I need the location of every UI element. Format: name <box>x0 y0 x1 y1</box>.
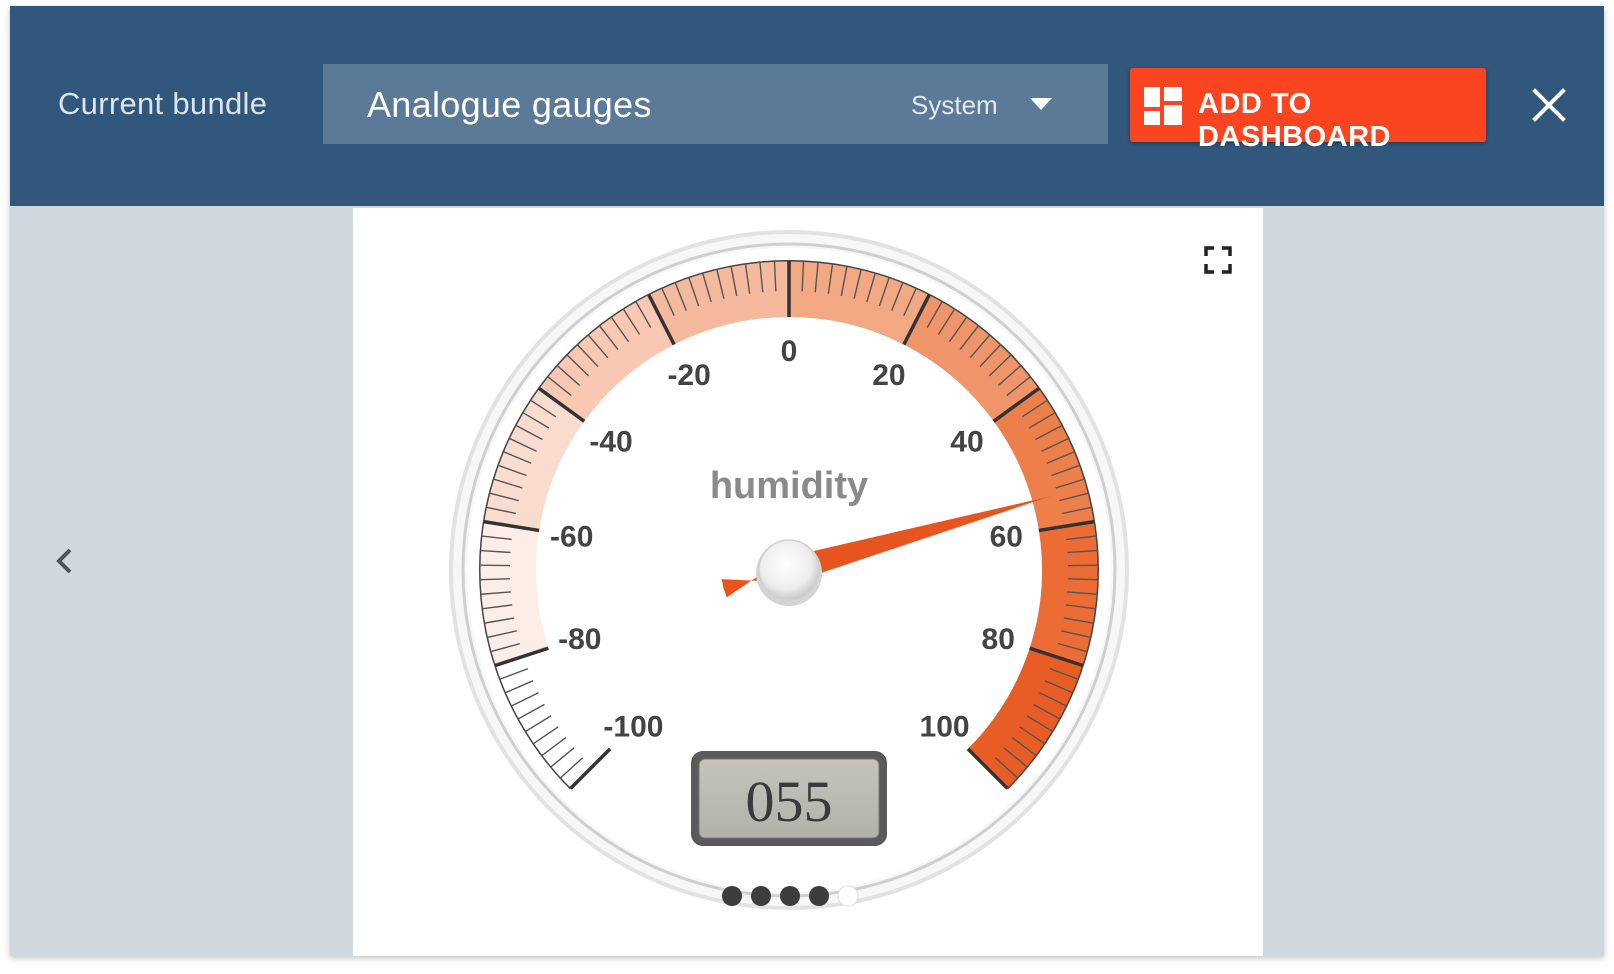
tick-label: 100 <box>920 711 970 744</box>
widget-preview-card: -100 -80 -60 -40 -20 0 20 40 60 80 100 humidity 05… <box>353 208 1263 956</box>
bundle-label: Current bundle <box>58 86 268 121</box>
carousel-dot-active[interactable] <box>837 885 859 907</box>
tick-label: 80 <box>982 623 1015 656</box>
carousel-dot[interactable] <box>751 886 771 906</box>
bundle-select[interactable]: Analogue gauges System <box>323 64 1108 144</box>
carousel-dot[interactable] <box>809 886 829 906</box>
bundle-scope: System <box>911 90 998 120</box>
chevron-left-icon[interactable] <box>50 544 80 578</box>
tick-label: 60 <box>990 521 1023 554</box>
tick-label: 40 <box>950 426 983 459</box>
tick-label: -20 <box>667 359 710 392</box>
analogue-gauge: -100 -80 -60 -40 -20 0 20 40 60 80 100 humidity 05… <box>449 230 1129 910</box>
tick-label: 0 <box>781 335 798 368</box>
add-to-dashboard-button[interactable]: ADD TO DASHBOARD <box>1130 68 1486 153</box>
tick-label: -100 <box>603 711 663 744</box>
tick-label: 20 <box>872 359 905 392</box>
tick-label: -40 <box>589 426 632 459</box>
needle-cap <box>758 539 820 601</box>
chevron-down-icon[interactable] <box>1030 98 1052 110</box>
carousel-dot[interactable] <box>722 886 742 906</box>
tick-label: -60 <box>550 521 593 554</box>
gauge-title: humidity <box>710 465 868 507</box>
add-to-dashboard-label: ADD TO DASHBOARD <box>1198 88 1391 153</box>
tick-label: -80 <box>558 623 601 656</box>
minor-tick <box>480 578 511 581</box>
minor-tick <box>1067 578 1098 581</box>
bundle-name: Analogue gauges <box>367 84 652 125</box>
carousel-dot[interactable] <box>780 886 800 906</box>
widget-picker-dialog: Current bundle Analogue gauges System AD… <box>10 6 1604 956</box>
value-display: 055 <box>691 751 887 846</box>
close-icon[interactable] <box>1530 86 1568 124</box>
value-display-text: 055 <box>746 769 833 834</box>
header-bar: Current bundle Analogue gauges System AD… <box>10 6 1604 206</box>
dashboard-icon <box>1144 87 1182 125</box>
